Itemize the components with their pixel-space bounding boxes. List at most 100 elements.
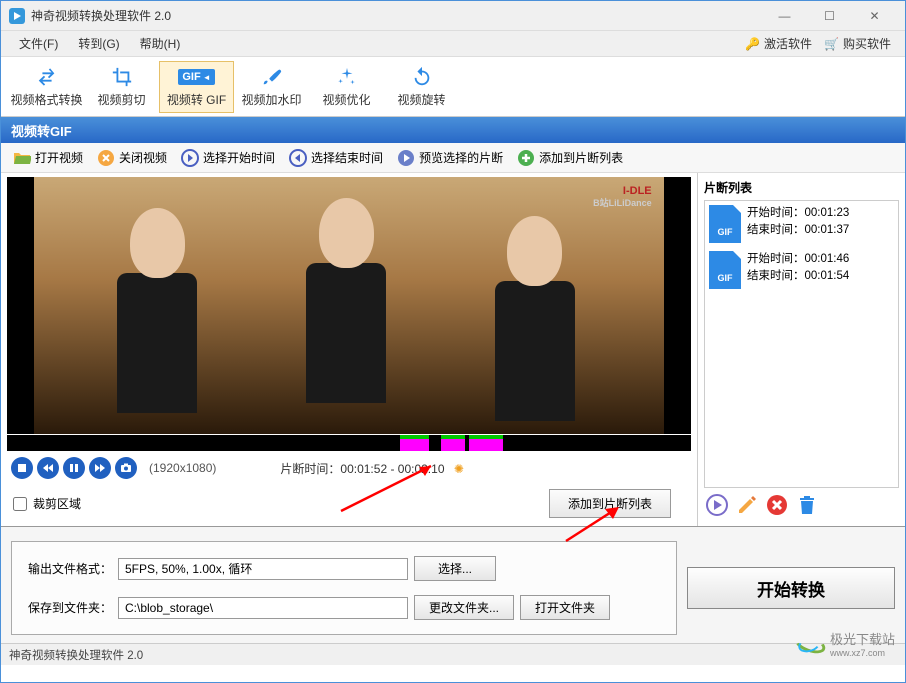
tool-label: 视频加水印: [241, 91, 301, 108]
timeline[interactable]: [7, 435, 691, 451]
cart-icon: 🛒: [824, 37, 839, 51]
video-watermark: I-DLE B站LiLiDance: [593, 185, 652, 209]
clip-item[interactable]: 开始时间：00:01:46 结束时间：00:01:54: [705, 247, 898, 293]
close-circle-icon: [97, 149, 115, 167]
tool-gif[interactable]: GIF 视频转 GIF: [159, 61, 234, 113]
marker-end-icon: [289, 149, 307, 167]
menu-file[interactable]: 文件(F): [9, 32, 68, 55]
gif-icon: GIF: [178, 65, 214, 89]
edit-clip-button[interactable]: [736, 494, 758, 516]
window-controls: — ☐ ✕: [762, 2, 897, 30]
brand-name: 极光下载站: [830, 629, 895, 648]
delete-clip-button[interactable]: [766, 494, 788, 516]
rotate-icon: [411, 65, 433, 89]
menu-help[interactable]: 帮助(H): [130, 32, 191, 55]
main-area: I-DLE B站LiLiDance (1920x1080) 片断时间：00:01…: [1, 173, 905, 526]
video-preview[interactable]: I-DLE B站LiLiDance: [7, 177, 691, 434]
clear-clips-button[interactable]: [796, 494, 818, 516]
crop-checkbox[interactable]: [13, 497, 27, 511]
key-icon: 🔑: [745, 37, 760, 51]
brand-url: www.xz7.com: [830, 648, 895, 658]
section-title: 视频转GIF: [11, 121, 72, 140]
action-bar: 打开视频 关闭视频 选择开始时间 选择结束时间 预览选择的片断 添加到片断列表: [1, 143, 905, 173]
action-label: 选择结束时间: [311, 149, 383, 166]
action-label: 添加到片断列表: [539, 149, 623, 166]
action-add-clip[interactable]: 添加到片断列表: [511, 147, 629, 169]
app-icon: [9, 8, 25, 24]
tool-label: 视频旋转: [397, 91, 445, 108]
tool-label: 视频优化: [322, 91, 370, 108]
gear-icon[interactable]: ✺: [454, 462, 464, 476]
gif-file-icon: [709, 251, 741, 289]
play-circle-icon: [397, 149, 415, 167]
brand-logo-icon: [794, 636, 826, 652]
stop-button[interactable]: [11, 457, 33, 479]
action-label: 关闭视频: [119, 149, 167, 166]
resolution-label: (1920x1080): [149, 461, 216, 475]
action-label: 打开视频: [35, 149, 83, 166]
tool-label: 视频剪切: [97, 91, 145, 108]
folder-open-icon: [13, 149, 31, 167]
crop-icon: [111, 65, 133, 89]
status-text: 神奇视频转换处理软件 2.0: [9, 647, 143, 663]
statusbar: 神奇视频转换处理软件 2.0: [1, 643, 905, 665]
action-close-video[interactable]: 关闭视频: [91, 147, 173, 169]
folder-row: 保存到文件夹： 更改文件夹... 打开文件夹: [22, 595, 666, 620]
activate-link[interactable]: 🔑 激活软件: [739, 35, 818, 52]
snapshot-button[interactable]: [115, 457, 137, 479]
action-select-end[interactable]: 选择结束时间: [283, 147, 389, 169]
open-folder-button[interactable]: 打开文件夹: [520, 595, 610, 620]
convert-box: 开始转换: [687, 541, 895, 635]
clip-time: 片断时间：00:01:52 - 00:02:10 ✺: [280, 460, 464, 477]
clip-item[interactable]: 开始时间：00:01:23 结束时间：00:01:37: [705, 201, 898, 247]
gif-file-icon: [709, 205, 741, 243]
clip-info: 开始时间：00:01:23 结束时间：00:01:37: [747, 205, 849, 243]
tool-cut[interactable]: 视频剪切: [84, 61, 159, 113]
video-panel: I-DLE B站LiLiDance (1920x1080) 片断时间：00:01…: [1, 173, 697, 526]
footer-brand: 极光下载站 www.xz7.com: [794, 629, 895, 658]
add-to-clip-list-button[interactable]: 添加到片断列表: [549, 489, 671, 518]
convert-icon: [36, 65, 58, 89]
action-open-video[interactable]: 打开视频: [7, 147, 89, 169]
tool-optimize[interactable]: 视频优化: [309, 61, 384, 113]
action-select-start[interactable]: 选择开始时间: [175, 147, 281, 169]
menu-goto[interactable]: 转到(G): [68, 32, 129, 55]
clip-list-actions: [704, 488, 899, 522]
forward-button[interactable]: [89, 457, 111, 479]
format-label: 输出文件格式：: [22, 560, 112, 577]
folder-input[interactable]: [118, 597, 408, 619]
clip-list[interactable]: 开始时间：00:01:23 结束时间：00:01:37 开始时间：00:01:4…: [704, 200, 899, 488]
maximize-button[interactable]: ☐: [807, 2, 852, 30]
playback-controls: (1920x1080) 片断时间：00:01:52 - 00:02:10 ✺: [7, 451, 691, 485]
activate-label: 激活软件: [764, 35, 812, 52]
minimize-button[interactable]: —: [762, 2, 807, 30]
change-folder-button[interactable]: 更改文件夹...: [414, 595, 514, 620]
pause-button[interactable]: [63, 457, 85, 479]
marker-start-icon: [181, 149, 199, 167]
window-title: 神奇视频转换处理软件 2.0: [31, 7, 762, 24]
crop-row: 裁剪区域 添加到片断列表: [7, 485, 691, 522]
play-clip-button[interactable]: [706, 494, 728, 516]
plus-circle-icon: [517, 149, 535, 167]
format-input[interactable]: [118, 558, 408, 580]
select-format-button[interactable]: 选择...: [414, 556, 496, 581]
start-convert-button[interactable]: 开始转换: [687, 567, 895, 609]
action-label: 预览选择的片断: [419, 149, 503, 166]
titlebar: 神奇视频转换处理软件 2.0 — ☐ ✕: [1, 1, 905, 31]
tool-label: 视频格式转换: [10, 91, 82, 108]
tool-rotate[interactable]: 视频旋转: [384, 61, 459, 113]
clip-list-panel: 片断列表 开始时间：00:01:23 结束时间：00:01:37 开始时间：00…: [697, 173, 905, 526]
section-header: 视频转GIF: [1, 117, 905, 143]
close-button[interactable]: ✕: [852, 2, 897, 30]
rewind-button[interactable]: [37, 457, 59, 479]
tool-format-convert[interactable]: 视频格式转换: [9, 61, 84, 113]
action-preview-clip[interactable]: 预览选择的片断: [391, 147, 509, 169]
crop-label: 裁剪区域: [33, 495, 81, 512]
main-toolbar: 视频格式转换 视频剪切 GIF 视频转 GIF 视频加水印 视频优化 视频旋转: [1, 57, 905, 117]
sparkle-icon: [336, 65, 358, 89]
buy-link[interactable]: 🛒 购买软件: [818, 35, 897, 52]
clip-list-title: 片断列表: [704, 177, 899, 200]
tool-watermark[interactable]: 视频加水印: [234, 61, 309, 113]
action-label: 选择开始时间: [203, 149, 275, 166]
bottom-settings: 输出文件格式： 选择... 保存到文件夹： 更改文件夹... 打开文件夹 开始转…: [1, 526, 905, 643]
